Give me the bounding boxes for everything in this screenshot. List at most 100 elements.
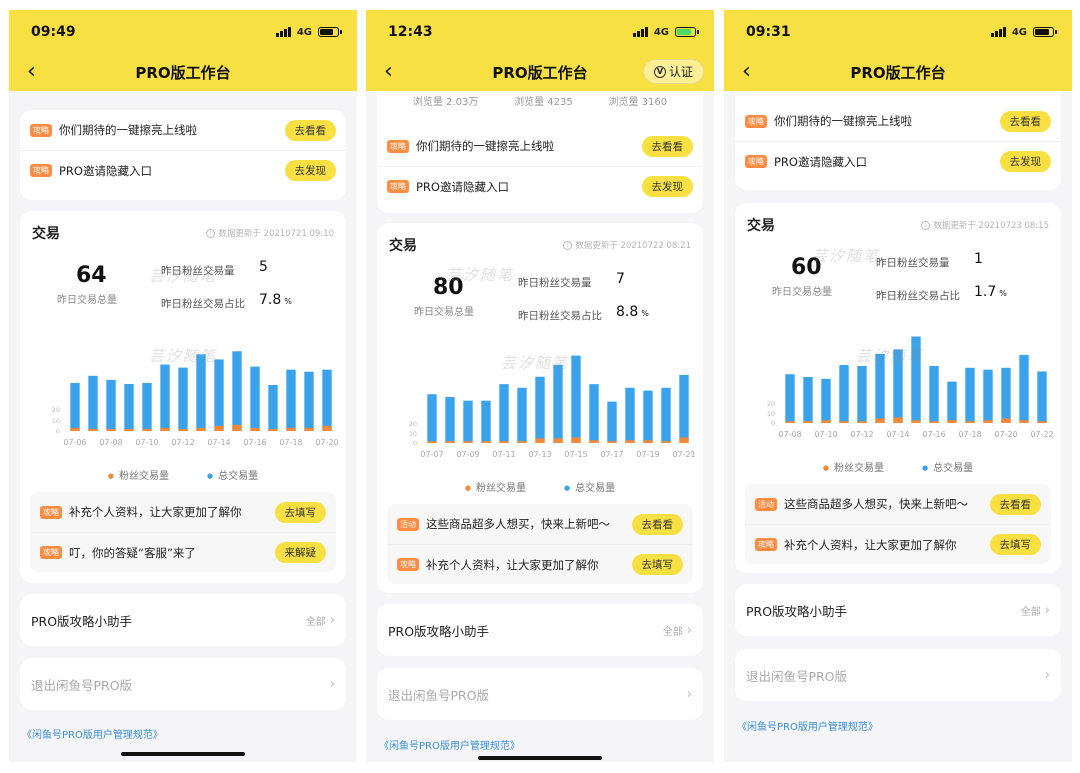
- x-tick-label: 07-12: [171, 438, 194, 447]
- tip-action-button[interactable]: 去填写: [989, 534, 1041, 555]
- tip-row[interactable]: 攻略 补充个人资料，让大家更加了解你 去填写: [30, 492, 336, 532]
- total-trade-value: 60: [791, 255, 822, 280]
- x-tick-label: 07-20: [315, 438, 338, 447]
- total-trade-label: 昨日交易总量: [772, 287, 832, 298]
- exit-pro-row[interactable]: 退出闲鱼号PRO版 ›: [377, 668, 703, 720]
- x-tick-label: 07-14: [886, 430, 909, 439]
- status-icons: 4G: [632, 27, 699, 38]
- helper-row[interactable]: PRO版攻略小助手 全部 ›: [377, 604, 703, 656]
- tip-action-button[interactable]: 去发现: [641, 176, 693, 197]
- verify-button[interactable]: V 认证: [642, 59, 704, 84]
- tip-row[interactable]: 攻略 叮，你的答疑“客服”来了 来解疑: [30, 532, 336, 572]
- tip-row[interactable]: 攻略 PRO邀请隐藏入口 去发现: [735, 141, 1061, 181]
- total-bar: [88, 375, 98, 431]
- tip-row[interactable]: 攻略 PRO邀请隐藏入口 去发现: [377, 166, 703, 206]
- tip-action-button[interactable]: 去看看: [641, 135, 693, 157]
- fans-bar: [481, 441, 491, 443]
- y-tick-label: 20: [767, 400, 775, 408]
- fans-bar: [535, 438, 545, 443]
- status-bar: 12:43 4G: [388, 24, 699, 40]
- fans-bar: [142, 428, 152, 431]
- chart-legend: 粉丝交易量 总交易量: [377, 479, 703, 494]
- fans-bar: [929, 421, 939, 423]
- terms-link[interactable]: 《闲鱼号PRO版用户管理规范》: [22, 726, 163, 741]
- tip-action-button[interactable]: 去填写: [274, 501, 326, 523]
- back-chevron-icon[interactable]: ‹: [384, 61, 393, 83]
- updated-text: 数据更新于 20210723 08:15: [933, 221, 1049, 231]
- back-chevron-icon[interactable]: ‹: [27, 61, 36, 83]
- signal-icon: [632, 27, 648, 37]
- tip-text: 你们期待的一键擦亮上线啦: [774, 114, 912, 128]
- updated-time: i 数据更新于 20210721 09:10: [206, 227, 334, 239]
- verify-label: 认证: [668, 65, 693, 79]
- total-bar: [625, 387, 635, 443]
- tip-action-button[interactable]: 来解疑: [274, 542, 326, 563]
- fans-bar: [661, 441, 671, 443]
- x-tick-label: 07-10: [135, 438, 158, 447]
- chevron-right-icon: ›: [686, 686, 692, 702]
- tip-text: 你们期待的一键擦亮上线啦: [59, 123, 197, 137]
- tip-action-button[interactable]: 去发现: [284, 160, 336, 181]
- tip-action-button[interactable]: 去看看: [989, 493, 1041, 515]
- total-bar: [232, 351, 242, 431]
- legend-fans: 粉丝交易量: [465, 479, 526, 494]
- tip-action-button[interactable]: 去看看: [284, 119, 336, 141]
- tip-row[interactable]: 攻略 PRO邀请隐藏入口 去发现: [20, 150, 346, 190]
- trade-section: 交易 i 数据更新于 20210722 08:21 80 昨日交易总量 昨日粉丝交…: [377, 223, 703, 593]
- tip-text: 叮，你的答疑“客服”来了: [69, 545, 196, 560]
- ratio-unit: %: [999, 289, 1007, 298]
- tip-row[interactable]: 攻略 补充个人资料，让大家更加了解你 去填写: [387, 544, 693, 584]
- tip-action-button[interactable]: 去看看: [631, 513, 683, 535]
- fans-bar: [463, 441, 473, 443]
- terms-link[interactable]: 《闲鱼号PRO版用户管理规范》: [737, 718, 878, 733]
- ratio-unit: %: [641, 309, 649, 318]
- battery-level: [320, 29, 333, 35]
- back-chevron-icon[interactable]: ‹: [742, 61, 751, 83]
- tip-text: 补充个人资料，让大家更加了解你: [784, 537, 957, 552]
- battery-icon: [318, 27, 342, 37]
- tip-row[interactable]: 攻略 补充个人资料，让大家更加了解你 去填写: [745, 524, 1051, 564]
- phone-screen-1: 09:49 4G ‹ PRO版工作台 攻略 你们期待的一键擦亮上线啦 去看看 攻…: [9, 10, 357, 762]
- tip-action-button[interactable]: 去填写: [631, 554, 683, 575]
- fans-ratio-value: 7.8%: [259, 292, 292, 308]
- tip-tag: 活动: [755, 497, 777, 511]
- page-title: PRO版工作台: [492, 63, 588, 82]
- trade-card: 交易 i 数据更新于 20210721 09:10 64 昨日交易总量 昨日粉丝交…: [20, 211, 346, 583]
- helper-row[interactable]: PRO版攻略小助手 全部 ›: [735, 584, 1061, 636]
- fans-bar: [70, 427, 80, 431]
- helper-row[interactable]: PRO版攻略小助手 全部 ›: [20, 594, 346, 646]
- tip-row[interactable]: 活动 这些商品超多人想买，快来上新吧～ 去看看: [745, 484, 1051, 524]
- total-bar: [1019, 354, 1029, 423]
- x-tick-label: 07-22: [1030, 430, 1053, 439]
- exit-pro-row[interactable]: 退出闲鱼号PRO版 ›: [735, 649, 1061, 701]
- tip-action-button[interactable]: 去发现: [999, 151, 1051, 172]
- tip-row[interactable]: 攻略 你们期待的一键擦亮上线啦 去看看: [735, 101, 1061, 141]
- tip-row[interactable]: 活动 这些商品超多人想买，快来上新吧～ 去看看: [387, 504, 693, 544]
- total-bar: [160, 364, 170, 431]
- ratio-number: 8.8: [616, 304, 639, 320]
- fans-trade-value: 1: [974, 251, 983, 267]
- nav-bar: ‹ PRO版工作台 V 认证: [366, 58, 714, 86]
- page-title: PRO版工作台: [135, 63, 231, 82]
- tip-row[interactable]: 攻略 你们期待的一键擦亮上线啦 去看看: [20, 110, 346, 150]
- exit-pro-row[interactable]: 退出闲鱼号PRO版 ›: [20, 658, 346, 710]
- total-bar: [1037, 371, 1047, 423]
- tip-row[interactable]: 攻略 你们期待的一键擦亮上线啦 去看看: [377, 126, 703, 166]
- fans-bar: [1001, 418, 1011, 423]
- tip-action-button[interactable]: 去看看: [999, 110, 1051, 132]
- tips-card-top: 攻略 你们期待的一键擦亮上线啦 去看看 攻略 PRO邀请隐藏入口 去发现: [735, 91, 1061, 190]
- home-indicator: [478, 756, 602, 760]
- fans-trade-value: 5: [259, 259, 268, 275]
- fans-trade-label: 昨日粉丝交易量: [876, 257, 950, 269]
- y-tick-label: 20: [52, 406, 60, 414]
- fans-bar: [571, 437, 581, 443]
- terms-link[interactable]: 《闲鱼号PRO版用户管理规范》: [379, 737, 520, 752]
- updated-text: 数据更新于 20210722 08:21: [575, 241, 691, 251]
- total-bar: [196, 354, 206, 431]
- tip-text: PRO邀请隐藏入口: [774, 154, 867, 169]
- exit-pro-label: 退出闲鱼号PRO版: [31, 677, 133, 693]
- y-tick-label: 0: [413, 440, 417, 448]
- trade-card: 交易 i 数据更新于 20210722 08:21 80 昨日交易总量 昨日粉丝交…: [377, 223, 703, 593]
- status-bar: 09:49 4G: [31, 24, 342, 40]
- tip-text: PRO邀请隐藏入口: [59, 163, 152, 178]
